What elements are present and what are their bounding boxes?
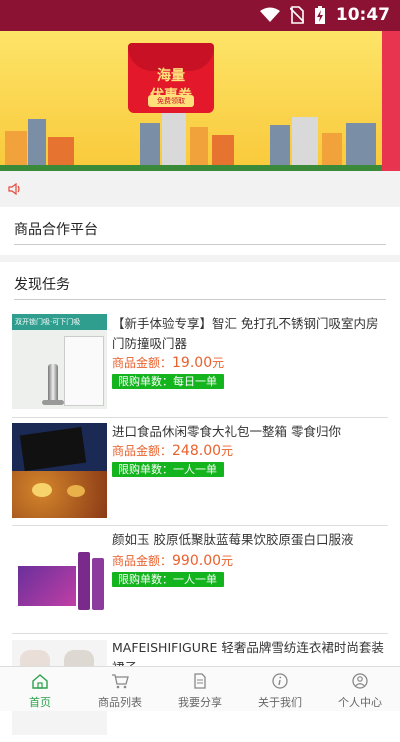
tab-about[interactable]: 关于我们 [240, 667, 320, 711]
product-price: 商品金额：19.00元 [112, 355, 225, 371]
info-icon [272, 673, 288, 689]
tab-label: 个人中心 [338, 696, 382, 709]
platform-title: 商品合作平台 [14, 222, 98, 238]
product-price: 商品金额：248.00元 [112, 443, 234, 459]
cart-icon [112, 674, 129, 689]
share-doc-icon [194, 673, 206, 689]
platform-section[interactable]: 商品合作平台 [0, 207, 400, 255]
product-item[interactable]: 颜如玉 胶原低聚肽蓝莓果饮胶原蛋白口服液 商品金额：990.00元 限购单数：一… [0, 526, 400, 634]
banner-button-text: 免费领取 [148, 95, 194, 107]
tab-profile[interactable]: 个人中心 [320, 667, 400, 711]
tab-share[interactable]: 我要分享 [160, 667, 240, 711]
product-image [12, 534, 107, 629]
speaker-icon[interactable] [8, 183, 22, 195]
status-bar: 10:47 [0, 0, 400, 31]
tab-home[interactable]: 首页 [0, 667, 80, 711]
tab-product-list[interactable]: 商品列表 [80, 667, 160, 711]
city-illustration [0, 111, 382, 171]
clock: 10:47 [335, 5, 390, 25]
product-price: 商品金额：990.00元 [112, 553, 234, 569]
limit-badge: 限购单数：一人一单 [112, 572, 224, 587]
bottom-tab-bar: 首页 商品列表 我要分享 关于我们 个人中心 [0, 666, 400, 711]
coupon-envelope: 海量优惠券 免费领取 [128, 43, 214, 113]
wifi-icon [259, 7, 280, 22]
product-item[interactable]: 双开锁门吸·可下门吸 【新手体验专享】智汇 免打孔不锈钢门吸室内房门防撞吸门器 … [0, 310, 400, 418]
product-image [12, 423, 107, 518]
product-name: 【新手体验专享】智汇 免打孔不锈钢门吸室内房门防撞吸门器 [112, 316, 379, 351]
product-image: 双开锁门吸·可下门吸 [12, 314, 107, 409]
no-sim-icon [289, 6, 304, 24]
limit-badge: 限购单数：每日一单 [112, 374, 224, 389]
product-item[interactable]: 进口食品休闲零食大礼包一整箱 零食归你 商品金额：248.00元 限购单数：一人… [0, 418, 400, 526]
tab-label: 首页 [29, 696, 51, 709]
limit-badge: 限购单数：一人一单 [112, 462, 224, 477]
user-icon [352, 673, 368, 689]
battery-charging-icon [314, 6, 325, 24]
tab-label: 我要分享 [178, 696, 222, 709]
tab-label: 关于我们 [258, 696, 302, 709]
banner-title-1: 海量 [157, 68, 185, 84]
product-name: 颜如玉 胶原低聚肽蓝莓果饮胶原蛋白口服液 [112, 532, 354, 547]
thumb-caption: 双开锁门吸·可下门吸 [12, 314, 107, 330]
tasks-section: 发现任务 [0, 262, 400, 310]
product-name: 进口食品休闲零食大礼包一整箱 零食归你 [112, 424, 341, 439]
tasks-title: 发现任务 [14, 277, 70, 293]
promo-banner[interactable]: 海量优惠券 免费领取 [0, 31, 400, 171]
home-icon [32, 674, 48, 689]
tab-label: 商品列表 [98, 696, 142, 709]
